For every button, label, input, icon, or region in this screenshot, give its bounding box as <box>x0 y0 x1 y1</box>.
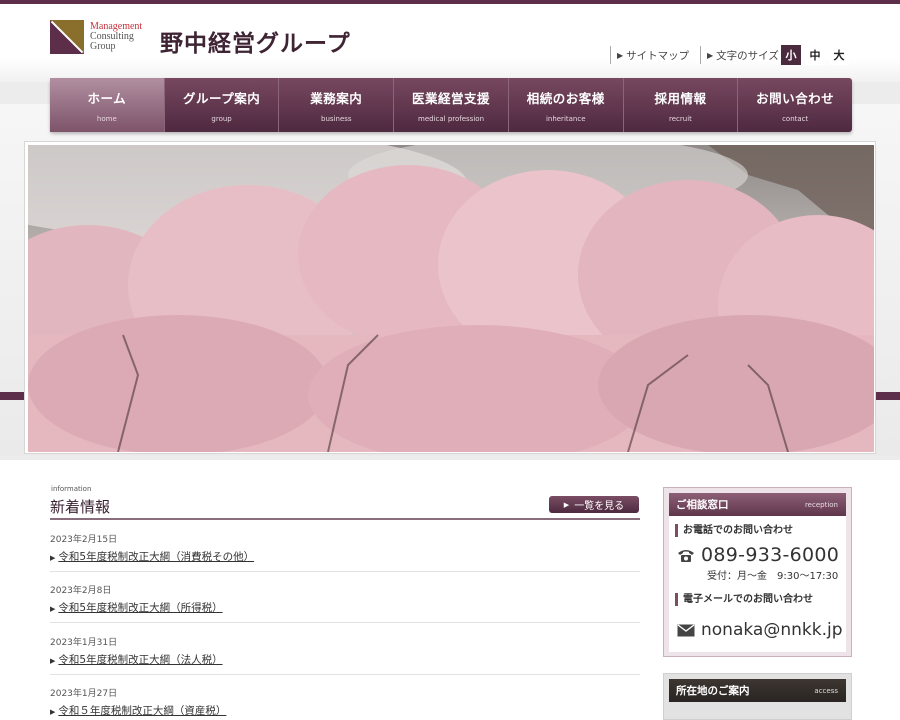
contact-box-header: ご相談窓口 reception <box>669 493 846 516</box>
logo-name: 野中経営グループ <box>160 30 351 57</box>
nav-home[interactable]: ホーム home <box>50 78 165 132</box>
email-address[interactable]: nonaka@nnkk.jp <box>677 620 843 640</box>
cherry-blossom-image <box>28 145 874 452</box>
news-item: 2023年2月8日 ▶ 令和5年度税制改正大綱（所得税） <box>50 571 640 623</box>
mail-icon <box>677 623 695 636</box>
font-large-button[interactable]: 大 <box>829 45 849 65</box>
nav-inheritance[interactable]: 相続のお客様 inheritance <box>509 78 624 132</box>
nav-contact[interactable]: お問い合わせ contact <box>738 78 852 132</box>
triangle-right-icon: ▶ <box>50 554 56 562</box>
logo-mark-icon <box>50 20 84 54</box>
triangle-right-icon: ▶ <box>50 708 56 716</box>
access-box-header[interactable]: 所在地のご案内 access <box>669 679 846 702</box>
font-small-button[interactable]: 小 <box>781 45 801 65</box>
phone-hours: 受付：月〜金 9:30〜17:30 <box>707 571 839 582</box>
email-label: 電子メールでのお問い合わせ <box>675 593 813 606</box>
news-item: 2023年1月31日 ▶ 令和5年度税制改正大綱（法人税） <box>50 623 640 675</box>
triangle-right-icon: ▶ <box>707 50 714 60</box>
news-more-button[interactable]: ▶ 一覧を見る <box>549 496 639 513</box>
font-medium-button[interactable]: 中 <box>805 45 825 65</box>
triangle-right-icon: ▶ <box>563 500 570 509</box>
news-title: 新着情報 <box>50 498 111 516</box>
news-item: 2023年1月27日 ▶ 令和５年度税制改正大綱（資産税） <box>50 689 227 718</box>
sitemap-link[interactable]: ▶ サイトマップ <box>610 44 689 66</box>
news-item: 2023年2月15日 ▶ 令和5年度税制改正大綱（消費税その他） <box>50 520 640 572</box>
contact-box: ご相談窓口 reception お電話でのお問い合わせ 089-933-6000… <box>663 487 852 657</box>
phone-label: お電話でのお問い合わせ <box>675 524 793 537</box>
triangle-right-icon: ▶ <box>50 657 56 665</box>
news-item-link[interactable]: ▶ 令和５年度税制改正大綱（資産税） <box>50 703 226 718</box>
triangle-right-icon: ▶ <box>617 50 624 60</box>
hero-slider[interactable] <box>24 141 876 454</box>
access-box: 所在地のご案内 access <box>663 673 852 720</box>
news-item-link[interactable]: ▶ 令和5年度税制改正大綱（法人税） <box>50 652 223 667</box>
nav-business[interactable]: 業務案内 business <box>279 78 395 132</box>
nav-group[interactable]: グループ案内 group <box>165 78 280 132</box>
font-size-label: ▶ 文字のサイズ <box>700 44 779 66</box>
news-item-link[interactable]: ▶ 令和5年度税制改正大綱（所得税） <box>50 600 223 615</box>
triangle-right-icon: ▶ <box>50 605 56 613</box>
nav-recruit[interactable]: 採用情報 recruit <box>624 78 739 132</box>
main-nav: ホーム home グループ案内 group 業務案内 business 医業経営支援 m… <box>50 78 852 132</box>
nav-medical[interactable]: 医業経営支援 medical profession <box>394 78 509 132</box>
logo-english: Management Consulting Group <box>90 21 143 52</box>
news-caption: information <box>51 485 92 493</box>
news-item-link[interactable]: ▶ 令和5年度税制改正大綱（消費税その他） <box>50 549 254 564</box>
phone-icon <box>678 549 694 562</box>
phone-number[interactable]: 089-933-6000 <box>677 544 839 566</box>
